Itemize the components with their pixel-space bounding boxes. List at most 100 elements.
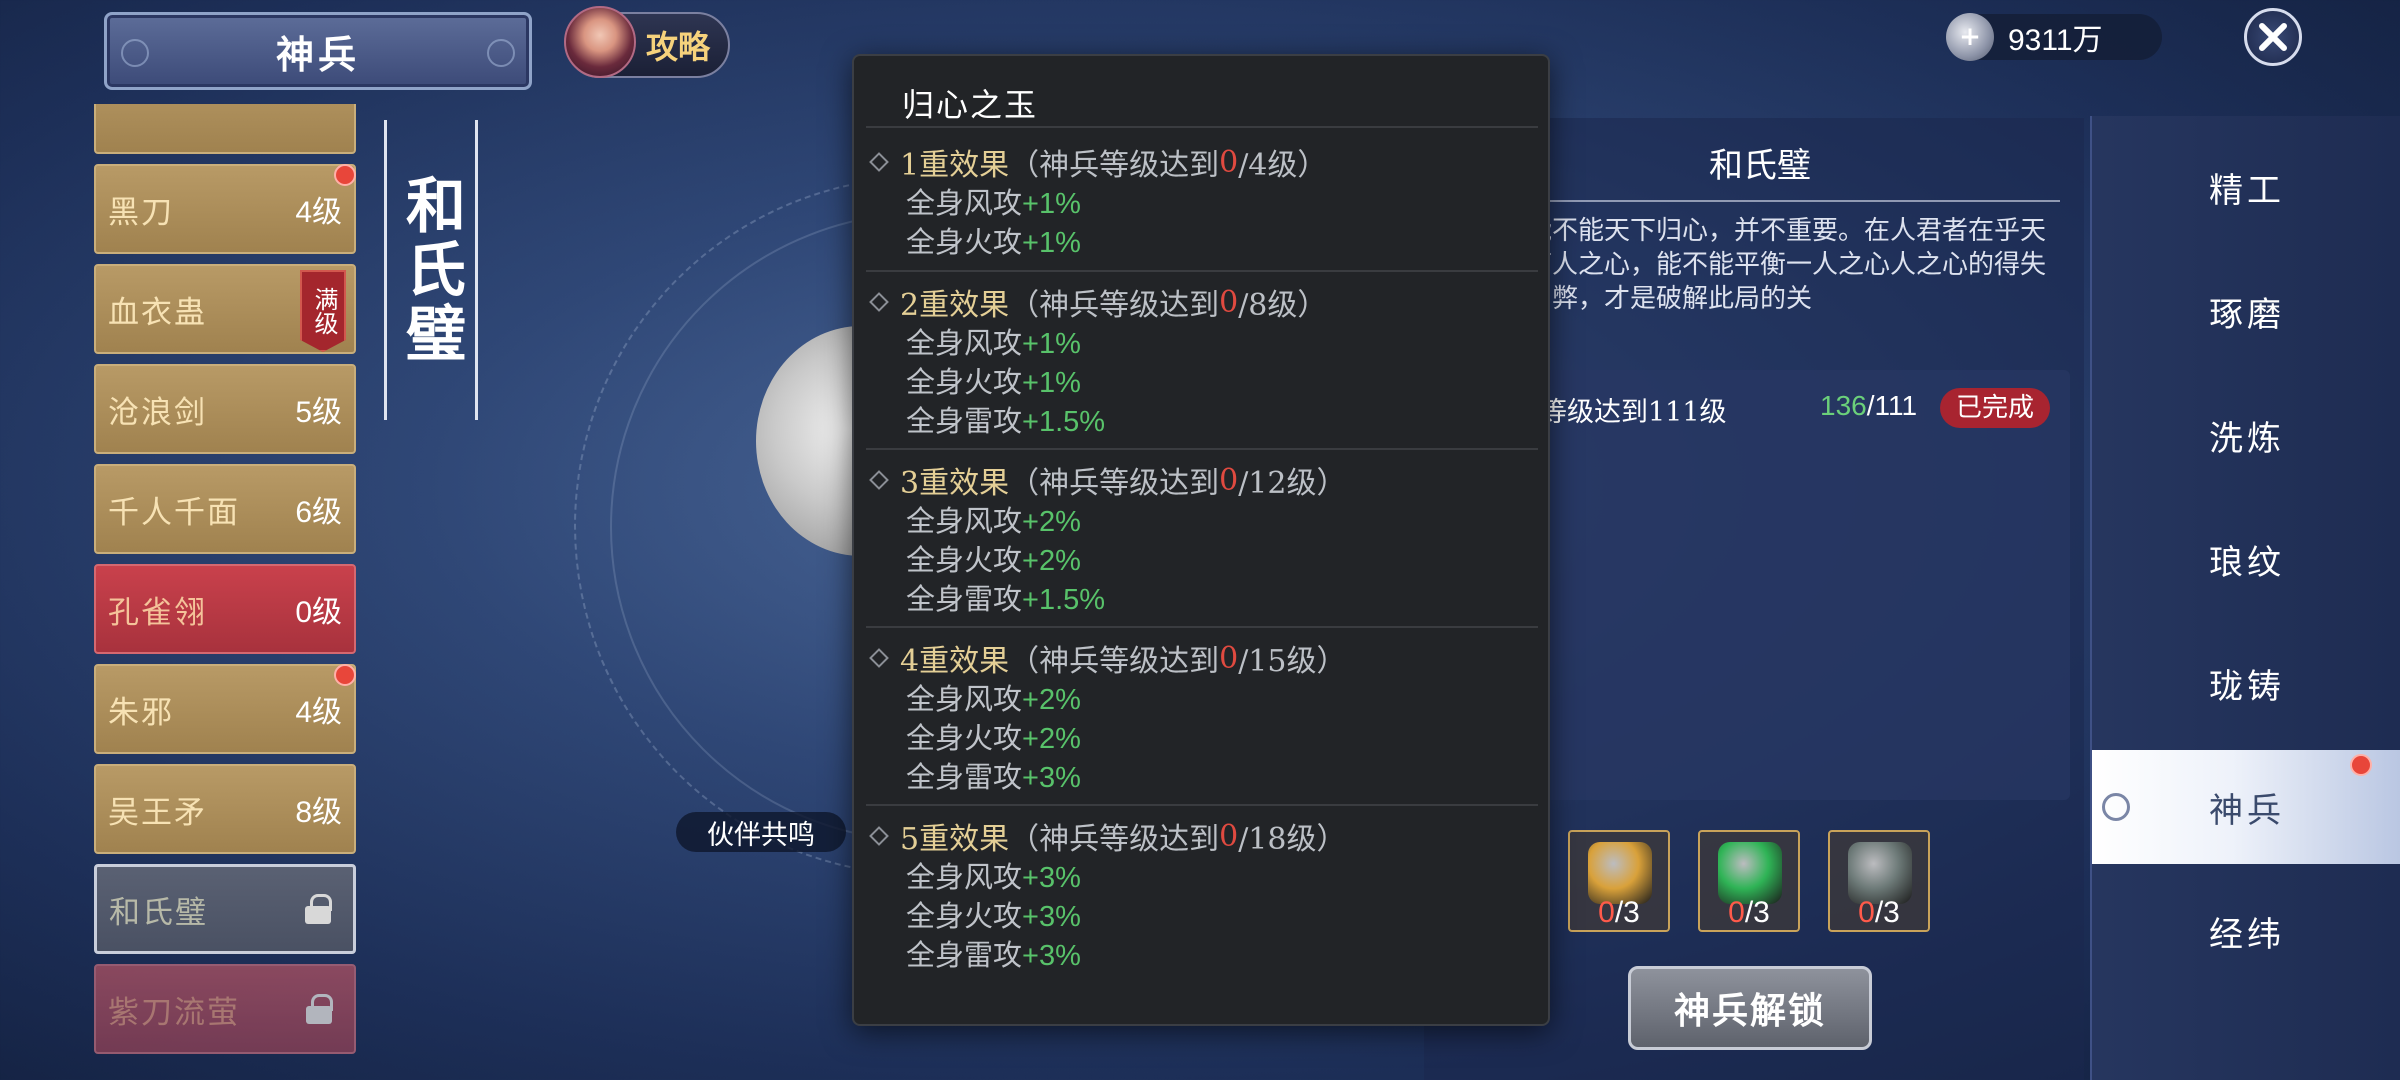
tier-bullet-icon bbox=[869, 292, 889, 312]
condition-text: 等级达到111级 bbox=[1540, 397, 1727, 428]
coin-add-icon[interactable]: + bbox=[1946, 13, 1994, 61]
tier-bullet-icon bbox=[869, 470, 889, 490]
banner-ornament-icon bbox=[487, 39, 515, 67]
side-nav-label: 珑铸 bbox=[2209, 666, 2285, 707]
currency-amount: 9311万 bbox=[2008, 24, 2103, 57]
material-total: /3 bbox=[1744, 896, 1770, 929]
weapon-item[interactable]: 紫刀流萤 bbox=[94, 964, 356, 1054]
material-count: 0/3 bbox=[1570, 896, 1668, 930]
effect-bonus: +1% bbox=[1022, 188, 1081, 220]
vertical-title-text: 和氏璧 bbox=[395, 174, 466, 366]
effect-line: 全身雷攻+1.5% bbox=[906, 402, 1532, 441]
page-title: 神兵 bbox=[275, 31, 360, 77]
effect-label: 全身雷攻 bbox=[906, 938, 1023, 972]
effect-bonus: +1.5% bbox=[1022, 406, 1106, 438]
effect-bonus: +2% bbox=[1022, 723, 1081, 755]
side-nav-item[interactable]: 琢磨 bbox=[2092, 254, 2400, 368]
tier-current: 0 bbox=[1219, 818, 1239, 854]
material-total: /3 bbox=[1874, 896, 1900, 929]
material-count: 0/3 bbox=[1830, 896, 1928, 930]
weapon-item[interactable]: 千人千面 6级 bbox=[94, 464, 356, 554]
effect-line: 全身风攻+1% bbox=[906, 324, 1532, 363]
status-badge: 已完成 bbox=[1940, 388, 2050, 428]
weapon-item[interactable]: 和氏璧 bbox=[94, 864, 356, 954]
effect-label: 全身风攻 bbox=[906, 326, 1023, 360]
effect-label: 全身风攻 bbox=[906, 504, 1023, 538]
tier-current: 0 bbox=[1219, 640, 1239, 676]
side-nav-item[interactable]: 珑铸 bbox=[2092, 626, 2400, 740]
effect-line: 全身风攻+1% bbox=[906, 184, 1532, 223]
tier-req-suffix: /12级） bbox=[1238, 466, 1347, 501]
banner-ornament-icon bbox=[121, 39, 149, 67]
weapon-item[interactable]: 孔雀翎 0级 bbox=[94, 564, 356, 654]
currency-display[interactable]: + 9311万 bbox=[1946, 13, 2162, 61]
guide-button[interactable]: 攻略 bbox=[564, 6, 730, 78]
set-effect-popup[interactable]: 归心之玉 1重效果 （神兵等级达到 0/4级） 全身风攻+1% 全身火攻+1% 2重效果（… bbox=[852, 54, 1550, 1026]
effect-bonus: +2% bbox=[1022, 506, 1081, 538]
material-count: 0/3 bbox=[1700, 896, 1798, 930]
popup-divider bbox=[866, 804, 1538, 806]
material-slot[interactable]: 0/3 bbox=[1828, 830, 1930, 932]
side-nav-item[interactable]: 琅纹 bbox=[2092, 502, 2400, 616]
weapon-item[interactable]: 沧浪剑 5级 bbox=[94, 364, 356, 454]
side-nav-label: 琅纹 bbox=[2209, 542, 2285, 583]
material-current: 0 bbox=[1598, 896, 1615, 929]
effect-bonus: +2% bbox=[1022, 684, 1081, 716]
condition-progress: 136/111 bbox=[1820, 390, 1917, 422]
effect-tier: 2重效果 （神兵等级达到 0/8级） 全身风攻+1% 全身火攻+1% 全身雷攻+1.5% bbox=[869, 280, 1532, 441]
side-nav-item[interactable]: 经纬 bbox=[2092, 874, 2400, 988]
guide-label: 攻略 bbox=[646, 28, 711, 66]
effect-tier: 4重效果 （神兵等级达到 0/15级） 全身风攻+2% 全身火攻+2% 全身雷攻+3% bbox=[869, 636, 1532, 797]
effect-tier: 5重效果 （神兵等级达到 0/18级） 全身风攻+3% 全身火攻+3% 全身雷攻+3% bbox=[869, 814, 1532, 975]
effect-bonus: +3% bbox=[1022, 862, 1081, 894]
material-slot[interactable]: 0/3 bbox=[1698, 830, 1800, 932]
effect-line: 全身火攻+1% bbox=[906, 363, 1532, 402]
weapon-item[interactable]: 吴王矛 8级 bbox=[94, 764, 356, 854]
weapon-unlock-button[interactable]: 神兵解锁 bbox=[1628, 966, 1872, 1050]
side-nav-item[interactable]: 精工 bbox=[2092, 130, 2400, 244]
partner-resonance-label: 伙伴共鸣 bbox=[707, 819, 815, 851]
effect-bonus: +2% bbox=[1022, 545, 1081, 577]
side-nav-item[interactable]: 神兵 bbox=[2092, 750, 2400, 864]
side-nav-item[interactable]: 洗炼 bbox=[2092, 378, 2400, 492]
condition-current: 136 bbox=[1820, 390, 1867, 421]
effect-label: 全身雷攻 bbox=[906, 582, 1023, 616]
effect-label: 全身火攻 bbox=[906, 365, 1023, 399]
side-nav-label: 琢磨 bbox=[2209, 294, 2285, 335]
partner-resonance-button[interactable]: 伙伴共鸣 bbox=[676, 812, 846, 852]
weapon-name: 千人千面 bbox=[108, 494, 240, 531]
popup-divider bbox=[866, 626, 1538, 628]
weapon-level: 0级 bbox=[295, 596, 342, 629]
weapon-item[interactable] bbox=[94, 104, 356, 154]
effect-label: 全身雷攻 bbox=[906, 760, 1023, 794]
weapon-item[interactable]: 黑刀 4级 bbox=[94, 164, 356, 254]
material-item-icon bbox=[1848, 842, 1912, 904]
unlock-button-label: 神兵解锁 bbox=[1673, 990, 1826, 1032]
effect-label: 全身火攻 bbox=[906, 899, 1023, 933]
effect-label: 全身雷攻 bbox=[906, 404, 1023, 438]
side-nav-label: 神兵 bbox=[2209, 790, 2285, 831]
effect-bonus: +1% bbox=[1022, 227, 1081, 259]
weapon-level: 8级 bbox=[295, 796, 342, 829]
effect-bonus: +1% bbox=[1022, 328, 1081, 360]
side-nav-label: 洗炼 bbox=[2209, 418, 2285, 459]
weapon-list[interactable]: 黑刀 4级血衣蛊 满级沧浪剑 5级千人千面 6级 孔雀翎 0级朱邪 4级吴王矛 8级和氏璧紫刀流… bbox=[94, 104, 356, 1060]
weapon-item[interactable]: 血衣蛊 满级 bbox=[94, 264, 356, 354]
tier-header: 4重效果 （神兵等级达到 0/15级） bbox=[869, 636, 1532, 680]
effect-bonus: +3% bbox=[1022, 940, 1081, 972]
side-nav-label: 精工 bbox=[2209, 170, 2285, 211]
close-button[interactable] bbox=[2244, 8, 2302, 66]
weapon-name: 紫刀流萤 bbox=[108, 994, 240, 1031]
side-nav: 精工琢磨洗炼琅纹珑铸神兵经纬 bbox=[2090, 116, 2400, 1080]
material-slot[interactable]: 0/3 bbox=[1568, 830, 1670, 932]
weapon-name: 朱邪 bbox=[108, 694, 174, 731]
material-total: /3 bbox=[1614, 896, 1640, 929]
effect-bonus: +3% bbox=[1022, 762, 1081, 794]
weapon-item[interactable]: 朱邪 4级 bbox=[94, 664, 356, 754]
tier-current: 0 bbox=[1219, 284, 1239, 320]
side-nav-label: 经纬 bbox=[2209, 914, 2285, 955]
lock-icon bbox=[306, 994, 333, 1024]
weapon-name: 吴王矛 bbox=[108, 794, 207, 831]
popup-divider bbox=[866, 270, 1538, 272]
tier-header: 1重效果 （神兵等级达到 0/4级） bbox=[869, 140, 1532, 184]
